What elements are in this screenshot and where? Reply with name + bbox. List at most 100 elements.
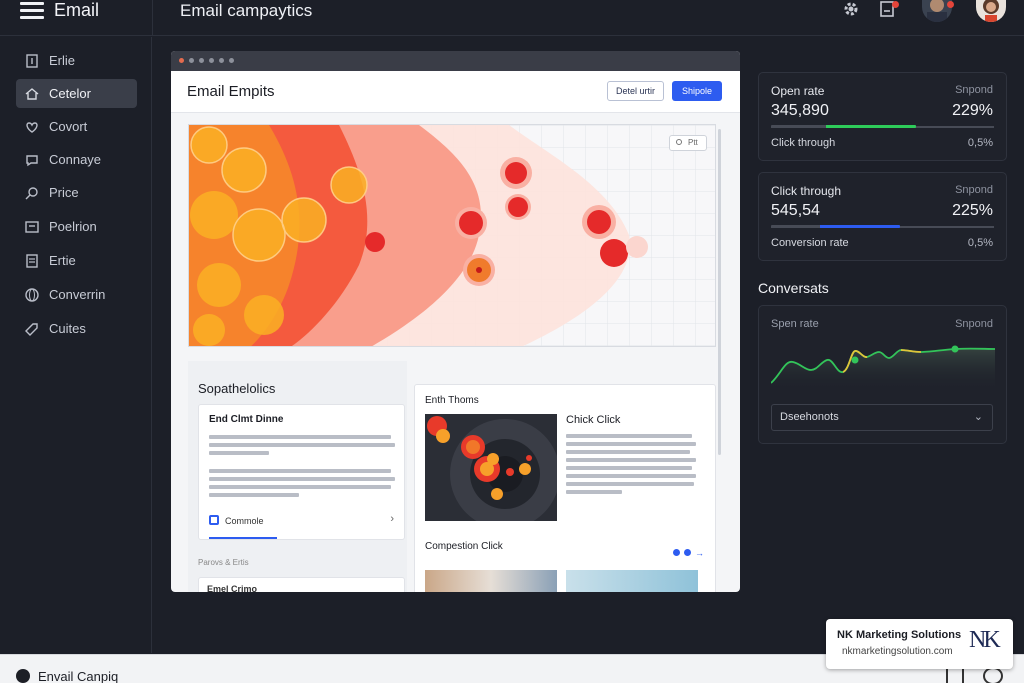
sidebar-item-erlie[interactable]: Erlie [16, 46, 137, 75]
left-content-panel: Sopathelolics End Clmt Dinne Commole › P… [188, 361, 407, 592]
sidebar-item-label: Cetelor [49, 86, 91, 101]
content-card[interactable]: Emel Crimo [198, 577, 405, 592]
stat-value: 545,54 [771, 202, 820, 219]
sidebar-item-converrin[interactable]: Converrin [16, 280, 137, 309]
sidebar-item-label: Converrin [49, 287, 106, 302]
stat-percent: 229% [952, 102, 993, 119]
stat-footer-label: Click through [771, 137, 836, 149]
thumbnail-image[interactable] [566, 570, 698, 592]
text-line [566, 474, 696, 478]
conversions-heading: Conversats [758, 280, 829, 296]
open-rate-card: Open rate Snpond 345,890 229% Click thro… [758, 72, 1007, 161]
share-icon[interactable] [946, 667, 964, 683]
text-line [209, 443, 395, 447]
email-preview-window: Email Empits Detel urtir Shipole Ptt Sop… [171, 51, 740, 592]
comment-button[interactable]: Commole [209, 515, 264, 526]
progress-fill [771, 125, 916, 128]
stat-period: Snpond [955, 84, 993, 96]
segment-select[interactable]: Dseehonots ⌄ [771, 404, 993, 431]
heart-icon [26, 121, 38, 133]
page-title: Email campaytics [180, 1, 313, 20]
text-line [566, 490, 622, 494]
sidebar-item-ertie[interactable]: Ertie [16, 246, 137, 275]
stat-percent: 225% [952, 202, 993, 219]
company-url: nkmarketingsolution.com [842, 646, 953, 657]
sidebar-item-label: Ertie [49, 253, 76, 268]
notification-dot [947, 1, 954, 8]
comment-icon [209, 515, 219, 525]
sidebar-item-connaye[interactable]: Connaye [16, 145, 137, 174]
stat-label: Open rate [771, 84, 825, 98]
section-heading: Chick Click [566, 414, 621, 426]
click-map-thumbnail[interactable] [425, 414, 557, 521]
text-line [566, 450, 690, 454]
sidebar-item-label: Poelrion [49, 219, 97, 234]
radio-icon [676, 139, 682, 145]
avatar[interactable] [976, 0, 1006, 22]
progress-fill [771, 225, 901, 228]
sidebar-item-label: Covort [49, 119, 88, 134]
notification-dot [892, 1, 899, 8]
stat-period: Snpond [955, 184, 993, 196]
progress-underline [209, 537, 277, 539]
file-icon [26, 53, 38, 68]
sidebar-item-price[interactable]: Price [16, 178, 137, 207]
company-logo: NK [969, 627, 1001, 653]
text-line [209, 477, 395, 481]
chevron-right-icon[interactable]: › [390, 513, 394, 525]
text-line [566, 458, 696, 462]
card-title: End Clmt Dinne [209, 414, 284, 425]
text-line [209, 485, 391, 489]
envelope-icon [16, 669, 30, 683]
text-line [566, 482, 694, 486]
detail-button[interactable]: Detel urtir [607, 81, 664, 101]
stat-progress-bar [771, 125, 994, 128]
company-name: NK Marketing Solutions [837, 629, 962, 641]
stat-footer-value: 0,5% [967, 237, 993, 249]
chart-label: Spen rate [771, 318, 819, 330]
right-content-panel: Enth Thoms Chick Click Compestion Click … [414, 384, 716, 592]
home-icon [25, 87, 39, 100]
chart-period: Snpond [955, 318, 993, 330]
preview-scrollbar[interactable] [718, 129, 721, 455]
text-line [209, 493, 299, 497]
sidebar-item-label: Price [49, 185, 79, 200]
sidebar-item-poelrion[interactable]: Poelrion [16, 212, 137, 241]
text-line [209, 435, 391, 439]
sidebar-item-label: Cuites [49, 321, 86, 336]
section-label: Parovs & Ertis [198, 558, 249, 567]
company-watermark: NK Marketing Solutions nkmarketingsoluti… [826, 619, 1013, 669]
content-card[interactable]: End Clmt Dinne Commole › [198, 404, 405, 540]
expand-icon[interactable] [983, 667, 1003, 683]
stat-footer-value: 0,5% [967, 137, 993, 149]
section-subtitle: Compestion Click [425, 541, 503, 552]
carousel-indicator[interactable]: → [673, 543, 704, 561]
top-bar: Email Email campaytics [0, 0, 1024, 36]
conversions-card: Spen rate Snpond Dseehonots ⌄ [758, 305, 1007, 444]
chevron-down-icon: ⌄ [973, 411, 983, 423]
text-line [209, 469, 391, 473]
search-icon [25, 186, 38, 199]
stat-value: 345,890 [771, 102, 829, 119]
sidebar-item-cuites[interactable]: Cuites [16, 314, 137, 343]
schedule-button[interactable]: Shipole [672, 81, 722, 101]
click-through-card: Click through Snpond 545,54 225% Convers… [758, 172, 1007, 261]
chat-icon [26, 154, 38, 166]
stat-label: Click through [771, 184, 842, 198]
text-line [566, 434, 692, 438]
heatmap-toggle[interactable]: Ptt [669, 135, 707, 151]
sidebar-item-covort[interactable]: Covort [16, 112, 137, 141]
thumbnail-image[interactable] [425, 570, 557, 592]
text-line [209, 451, 269, 455]
preview-title: Email Empits [187, 83, 275, 100]
sidebar-item-cetelor[interactable]: Cetelor [16, 79, 137, 108]
card-title: Emel Crimo [207, 584, 258, 592]
text-line [566, 466, 692, 470]
globe-icon [25, 287, 39, 302]
window-titlebar [171, 51, 740, 71]
gear-icon[interactable] [842, 0, 860, 18]
menu-icon[interactable] [20, 2, 44, 20]
panel-title: Sopathelolics [198, 381, 276, 396]
stat-progress-bar [771, 225, 994, 228]
divider [152, 0, 153, 36]
